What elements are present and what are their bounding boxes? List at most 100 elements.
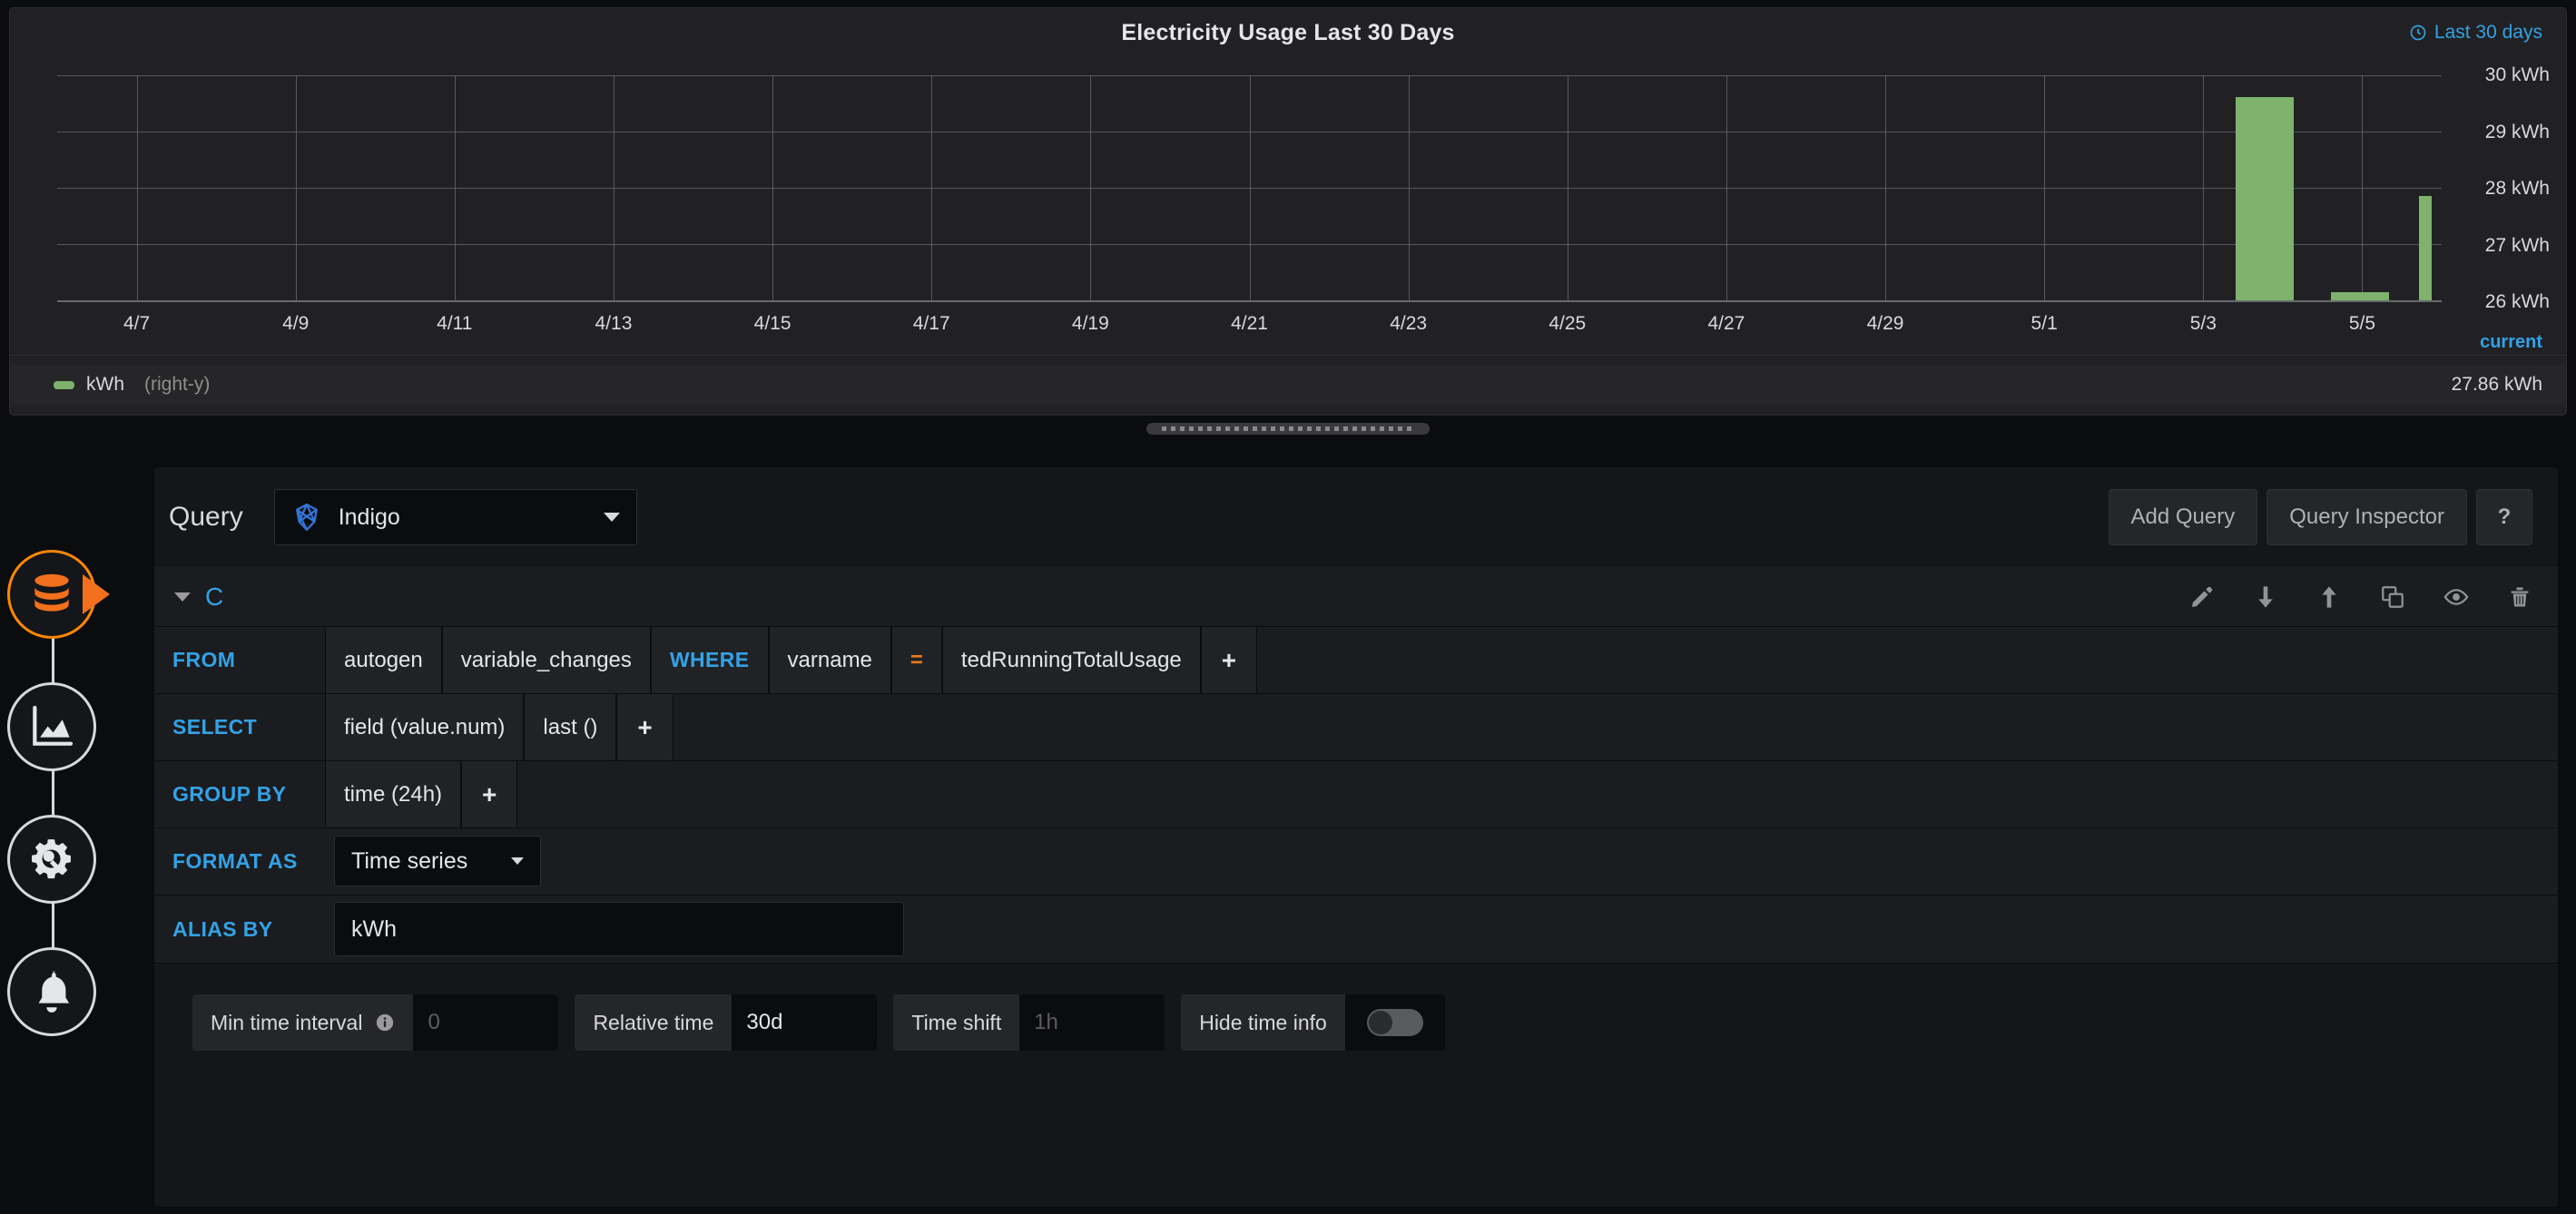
y-axis-labels: 26 kWh 27 kWh 28 kWh 29 kWh 30 kWh [2445,64,2550,312]
y-axis-tick-label: 29 kWh [2484,121,2550,142]
gridline-vertical [454,75,456,300]
sidebar-item-visualization[interactable] [7,682,96,771]
toggle-knob [1368,1011,1392,1034]
sidebar-item-datasource[interactable] [7,550,96,639]
alias-by-row-filler [904,896,2558,963]
min-time-interval-input[interactable] [413,994,559,1051]
move-up-icon[interactable] [2316,584,2342,610]
datasource-name: Indigo [338,504,400,530]
database-icon [34,573,69,612]
edit-pencil-icon[interactable] [2189,584,2215,610]
add-group-by-button[interactable]: + [461,761,518,827]
series-color-swatch [54,380,74,389]
sidebar-item-alerts[interactable] [7,947,96,1036]
graph-panel: Electricity Usage Last 30 Days Last 30 d… [9,7,2567,416]
app-root: Electricity Usage Last 30 Days Last 30 d… [0,0,2576,1214]
page-title: Electricity Usage Last 30 Days [1121,19,1455,45]
query-row-from: FROM autogen variable_changes WHERE varn… [154,627,2558,694]
time-shift-label: Time shift [911,1010,1002,1034]
chart-bar[interactable] [2419,195,2433,300]
legend-column-header: current [2480,332,2542,352]
query-row-actions [2189,584,2532,610]
add-where-button[interactable]: + [1200,627,1258,693]
panel-resize-handle[interactable] [1146,423,1430,435]
where-tag-key[interactable]: varname [768,627,891,693]
from-retention-policy[interactable]: autogen [325,627,442,693]
x-axis-tick-label: 4/17 [912,313,950,334]
x-axis-labels: 4/7 4/9 4/11 4/13 4/15 4/17 4/19 4/21 4/23 4/25 4/… [57,313,2442,337]
query-ref-id[interactable]: C [205,583,223,612]
min-time-interval-label: Min time interval [211,1010,363,1034]
x-axis-tick-label: 4/19 [1071,313,1109,334]
rail-connector-line [52,599,54,989]
alias-by-input[interactable] [334,902,904,956]
legend-row: kWh (right-y) 27.86 kWh [10,365,2566,405]
help-button[interactable]: ? [2476,489,2532,545]
hide-time-info-option: Hide time info [1181,994,1445,1051]
toggle-visibility-eye-icon[interactable] [2443,584,2469,610]
x-axis-tick-label: 5/3 [2189,313,2217,334]
format-as-select[interactable]: Time series [334,836,541,886]
where-tag-value[interactable]: tedRunningTotalUsage [941,627,1201,693]
delete-trash-icon[interactable] [2507,584,2532,610]
move-down-icon[interactable] [2253,584,2278,610]
info-icon[interactable] [375,1013,395,1033]
add-select-button[interactable]: + [616,694,673,760]
relative-time-input[interactable] [732,994,878,1051]
chart-bar[interactable] [2330,291,2390,300]
alert-bell-icon [38,971,70,1013]
query-builder-rows: FROM autogen variable_changes WHERE varn… [154,627,2558,964]
from-row-filler [1257,627,2558,693]
sidebar-item-general-settings[interactable] [7,815,96,904]
y-axis-tick-label: 28 kWh [2484,178,2550,199]
x-axis-tick-label: 4/21 [1231,313,1268,334]
time-range-picker[interactable]: Last 30 days [2409,22,2542,44]
gridline-vertical [931,75,933,300]
select-aggregate[interactable]: last () [524,694,617,760]
datasource-picker[interactable]: Indigo [273,489,637,545]
group-by-time[interactable]: time (24h) [325,761,462,827]
format-as-row-filler [541,828,2558,895]
chart-bar[interactable] [2235,96,2295,300]
where-operator[interactable]: = [890,627,942,693]
query-row-alias-by: ALIAS BY [154,896,2558,964]
gridline-vertical [1726,75,1727,300]
x-axis-tick-label: 4/23 [1390,313,1428,334]
legend-item-kwh[interactable]: kWh (right-y) [54,374,210,396]
plot-canvas[interactable] [57,75,2442,302]
x-axis-tick-label: 4/27 [1707,313,1745,334]
from-measurement[interactable]: variable_changes [441,627,651,693]
x-axis-tick-label: 4/15 [753,313,791,334]
select-field[interactable]: field (value.num) [325,694,525,760]
gridline-vertical [136,75,138,300]
chevron-down-icon [603,513,620,522]
x-axis-tick-label: 5/5 [2348,313,2376,334]
gridline-vertical [2362,75,2364,300]
query-row-header: C [154,567,2558,627]
legend-axis-note: (right-y) [144,374,211,395]
legend-series-name: kWh [86,374,124,395]
select-row-filler [673,694,2558,760]
query-editor-toolbar: Query Indigo Add Query Query Inspector ? [154,467,2558,567]
query-inspector-button[interactable]: Query Inspector [2266,489,2467,545]
query-options-bar: Min time interval Relative time Time shi… [154,964,2558,1051]
gridline-vertical [613,75,615,300]
time-shift-input[interactable] [1019,994,1165,1051]
panel-header: Electricity Usage Last 30 Days Last 30 d… [10,8,2566,57]
time-range-label: Last 30 days [2433,22,2542,43]
drag-dots-icon [1162,426,1414,431]
duplicate-icon[interactable] [2380,584,2405,610]
gridline-vertical [772,75,774,300]
y-axis-tick-label: 27 kWh [2484,234,2550,256]
clock-icon [2410,24,2426,41]
collapse-toggle-icon[interactable] [174,592,191,602]
query-toolbar-actions: Add Query Query Inspector ? [2108,489,2532,545]
min-time-interval-option: Min time interval [192,994,559,1051]
gridline-vertical [2044,75,2046,300]
add-query-button[interactable]: Add Query [2108,489,2258,545]
gridline-vertical [1249,75,1251,300]
hide-time-info-toggle[interactable] [1344,994,1445,1051]
general-settings-icon [32,839,71,879]
gridline-vertical [295,75,297,300]
gridline-vertical [2203,75,2205,300]
